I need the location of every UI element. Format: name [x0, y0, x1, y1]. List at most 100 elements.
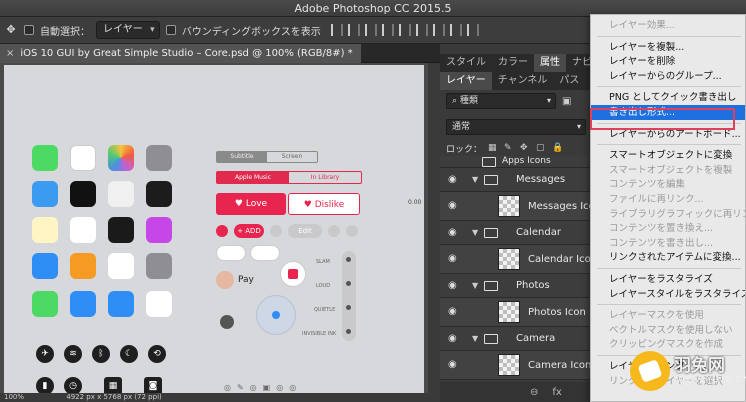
- settings-app-icon: [146, 253, 172, 279]
- layer-name: Messages: [516, 174, 566, 185]
- lock-move-icon[interactable]: ✥: [520, 143, 530, 153]
- love-button[interactable]: ♥ Love: [216, 193, 286, 215]
- bounding-box-label: バウンディングボックスを表示: [181, 26, 321, 38]
- chevron-down-icon[interactable]: ▼: [472, 228, 478, 237]
- bluetooth-icon: ᛒ: [92, 345, 110, 363]
- touch-id-icon: [216, 271, 234, 289]
- distribute-icon[interactable]: [432, 24, 445, 36]
- lock-paint-icon[interactable]: ✎: [504, 143, 514, 153]
- filter-kind-label: 種類: [459, 96, 478, 106]
- tab-properties[interactable]: 属性: [534, 54, 566, 72]
- heart-icon: ♥: [234, 199, 246, 209]
- health-app-icon: [108, 253, 134, 279]
- visibility-eye-icon[interactable]: ◉: [448, 280, 462, 291]
- maps-app-icon: [108, 181, 134, 207]
- highlight-annotation: [590, 108, 735, 130]
- align-center-icon[interactable]: [347, 24, 360, 36]
- zoom-level[interactable]: 100%: [4, 393, 24, 401]
- tab-paths[interactable]: パス: [553, 72, 585, 90]
- add-button[interactable]: + ADD: [234, 224, 264, 238]
- bottom-toolbar-icons: ◎✎◎▣◎◎: [224, 383, 303, 392]
- bounding-box-checkbox[interactable]: [165, 25, 176, 35]
- segment-screen[interactable]: Screen: [267, 152, 317, 162]
- weather-app-icon: [32, 181, 58, 207]
- stop-icon: [288, 269, 298, 279]
- image-filter-icon[interactable]: ▣: [562, 96, 571, 107]
- menu-item[interactable]: PNG としてクイック書き出し: [591, 90, 745, 105]
- distribute-horizontal-icon[interactable]: [449, 24, 462, 36]
- align-right-icon[interactable]: [364, 24, 377, 36]
- auto-select-checkbox[interactable]: [24, 25, 34, 35]
- menu-item[interactable]: レイヤースタイルをラスタライズ: [591, 287, 745, 302]
- visibility-eye-icon[interactable]: ◉: [448, 333, 462, 344]
- effect-slider[interactable]: [342, 251, 356, 341]
- align-bottom-icon[interactable]: [415, 24, 428, 36]
- move-tool-icon[interactable]: ✥: [4, 23, 18, 37]
- auto-select-dropdown[interactable]: レイヤー: [96, 21, 160, 39]
- menu-item[interactable]: リンクされたアイテムに変換...: [591, 250, 745, 265]
- lock-transparent-icon[interactable]: ▦: [488, 143, 498, 153]
- menu-item[interactable]: スマートオブジェクトに変換: [591, 148, 745, 163]
- segment-in-library[interactable]: In Library: [289, 172, 361, 183]
- chevron-down-icon[interactable]: ▼: [472, 281, 478, 290]
- fx-icon[interactable]: fx: [552, 387, 561, 398]
- minus-icon: [216, 225, 228, 237]
- layer-thumbnail: [498, 301, 520, 323]
- segmented-control-red[interactable]: Apple Music In Library: [216, 171, 362, 184]
- align-middle-icon[interactable]: [398, 24, 411, 36]
- close-tab-icon[interactable]: ×: [6, 48, 14, 59]
- folder-icon: [484, 334, 498, 344]
- slider-stop-4: [346, 329, 351, 334]
- visibility-eye-icon[interactable]: ◉: [448, 227, 462, 238]
- tab-color[interactable]: カラー: [492, 54, 534, 72]
- visibility-eye-icon[interactable]: ◉: [448, 307, 462, 317]
- dislike-label: Dislike: [314, 200, 345, 210]
- segmented-control-gray[interactable]: Subtitle Screen: [216, 151, 318, 163]
- menu-item[interactable]: レイヤーからのグループ...: [591, 69, 745, 84]
- visibility-eye-icon[interactable]: ◉: [448, 254, 462, 264]
- tab-channels[interactable]: チャンネル: [492, 72, 554, 90]
- visibility-eye-icon[interactable]: ◉: [448, 201, 462, 211]
- menu-item[interactable]: レイヤーをラスタライズ: [591, 272, 745, 287]
- stocks-app-icon: [108, 217, 134, 243]
- lock-all-icon[interactable]: 🔒: [552, 143, 563, 153]
- menu-separator: [597, 268, 741, 269]
- menu-item: レイヤーマスクを使用: [609, 310, 704, 322]
- document-size: 4922 px x 5768 px (72 ppi): [66, 393, 162, 401]
- segment-apple-music[interactable]: Apple Music: [217, 172, 289, 183]
- camera-app-icon: [146, 145, 172, 171]
- dislike-button[interactable]: ♥ Dislike: [288, 193, 360, 215]
- layer-context-menu: レイヤー効果... レイヤーを複製... レイヤーを削除 レイヤーからのグループ...…: [590, 14, 746, 402]
- tab-styles[interactable]: スタイル: [440, 54, 492, 72]
- layer-kind-filter[interactable]: ⌕ 種類: [446, 93, 556, 109]
- align-left-icon[interactable]: [330, 24, 343, 36]
- blend-mode-dropdown[interactable]: 通常: [446, 119, 586, 135]
- document-tab[interactable]: × iOS 10 GUI by Great Simple Studio – Cor…: [0, 44, 361, 63]
- menu-item: コンテンツを編集: [609, 179, 686, 191]
- edit-button[interactable]: Edit: [288, 224, 322, 238]
- appstore-app-icon: [32, 253, 58, 279]
- clock-app-icon: [70, 181, 96, 207]
- toggle-off[interactable]: [216, 245, 246, 261]
- canvas-scrollbar[interactable]: [428, 63, 440, 393]
- safari-app-icon: [70, 291, 96, 317]
- tab-layers[interactable]: レイヤー: [440, 72, 492, 90]
- menu-separator: [597, 304, 741, 306]
- lock-artboard-icon[interactable]: ▢: [536, 143, 546, 153]
- photos-app-icon: [108, 145, 134, 171]
- flashlight-icon: ▮: [36, 377, 54, 393]
- chevron-down-icon[interactable]: ▼: [472, 175, 478, 184]
- chevron-down-icon[interactable]: ▼: [472, 334, 478, 343]
- menu-item[interactable]: レイヤーを複製...: [591, 40, 745, 55]
- status-bar: 100% 4922 px x 5768 px (72 ppi): [0, 393, 440, 402]
- calculator-icon: ▦: [104, 377, 122, 393]
- visibility-eye-icon[interactable]: ◉: [448, 174, 462, 185]
- canvas-area[interactable]: ✈ ≋ ᛒ ☾ ⟲ ▮ ◷ ▦ ◙ Subtitle Screen Apple …: [0, 63, 440, 393]
- align-top-icon[interactable]: [381, 24, 394, 36]
- toggle-off-2[interactable]: [250, 245, 280, 261]
- distribute-vertical-icon[interactable]: [466, 24, 479, 36]
- visibility-eye-icon[interactable]: ◉: [448, 360, 462, 370]
- menu-item[interactable]: レイヤーを削除: [591, 54, 745, 69]
- segment-subtitle[interactable]: Subtitle: [217, 152, 267, 162]
- link-icon[interactable]: ⊖: [530, 387, 538, 398]
